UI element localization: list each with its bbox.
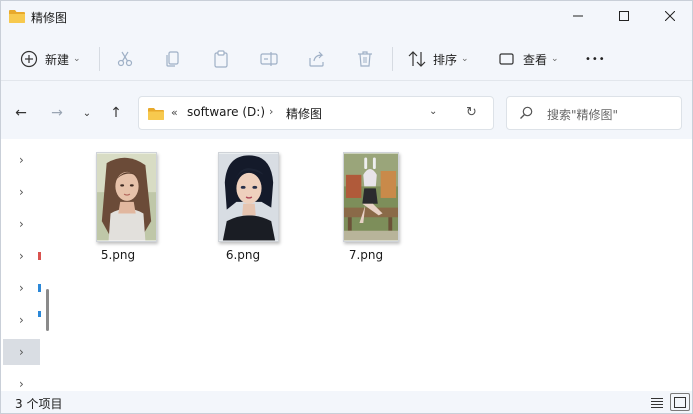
maximize-button[interactable]: [601, 1, 647, 31]
breadcrumb-drive[interactable]: software (D:): [187, 105, 265, 119]
chevron-right-icon: ›: [19, 185, 24, 199]
refresh-icon[interactable]: ↻: [466, 105, 477, 120]
nav-expand-item[interactable]: ›: [3, 307, 40, 333]
paste-button[interactable]: [211, 45, 231, 73]
chevron-right-icon: ›: [19, 217, 24, 231]
divider: [392, 47, 393, 71]
address-row: ← → ⌄ ↑ « software (D:) › 精修图 ⌄ ↻ 搜索"精修图…: [1, 89, 692, 137]
nav-expand-item[interactable]: ›: [3, 275, 40, 301]
more-icon: •••: [585, 53, 606, 65]
nav-item-icon: [38, 252, 41, 260]
address-bar[interactable]: « software (D:) › 精修图 ⌄ ↻: [138, 96, 494, 130]
image-thumbnail: [218, 152, 279, 242]
nav-scrollbar-thumb[interactable]: [46, 289, 49, 331]
sort-icon: [408, 51, 426, 67]
breadcrumb-folder[interactable]: 精修图: [286, 105, 322, 122]
status-bar: 3 个项目: [1, 391, 692, 413]
file-item[interactable]: 5.png: [63, 149, 173, 269]
file-item[interactable]: 6.png: [188, 149, 298, 269]
copy-icon: [166, 51, 179, 67]
image-thumbnail: [343, 152, 399, 242]
new-label: 新建: [45, 52, 70, 67]
navigation-pane: › › › › › › › ›: [1, 139, 57, 391]
maximize-icon: [619, 11, 629, 21]
arrow-left-icon: ←: [15, 105, 27, 121]
share-icon: [309, 51, 324, 67]
sort-label: 排序: [433, 52, 458, 67]
arrow-right-icon: →: [51, 105, 63, 121]
chevron-right-icon: ›: [19, 281, 24, 295]
address-overflow[interactable]: «: [171, 106, 178, 119]
close-icon: [665, 11, 675, 21]
trash-icon: [358, 51, 372, 67]
nav-expand-item[interactable]: ›: [3, 179, 40, 205]
copy-button[interactable]: [163, 45, 183, 73]
clipboard-icon: [214, 50, 228, 68]
nav-expand-item[interactable]: ›: [3, 211, 40, 237]
view-label: 查看: [523, 52, 548, 67]
chevron-down-icon[interactable]: ⌄: [429, 106, 437, 117]
chevron-right-icon: ›: [19, 313, 24, 327]
chevron-down-icon: ⌄: [461, 54, 469, 64]
folder-icon: [148, 108, 164, 120]
chevron-down-icon: ⌄: [82, 107, 92, 119]
file-name: 7.png: [348, 248, 384, 262]
cut-button[interactable]: [115, 45, 135, 73]
divider: [99, 47, 100, 71]
scissors-icon: [117, 51, 133, 67]
large-icons-view-button[interactable]: [670, 393, 690, 411]
rename-button[interactable]: [259, 45, 279, 73]
item-count: 3 个项目: [15, 397, 63, 411]
sort-button[interactable]: 排序 ⌄: [407, 45, 469, 73]
image-thumbnail: [96, 152, 157, 242]
nav-item-icon: [38, 311, 41, 317]
chevron-right-icon: ›: [19, 345, 24, 359]
recent-locations-button[interactable]: ⌄: [75, 101, 99, 125]
tiles-icon: [674, 396, 686, 408]
share-button[interactable]: [307, 45, 327, 73]
minimize-button[interactable]: [555, 1, 601, 31]
search-placeholder: 搜索"精修图": [547, 108, 619, 122]
chevron-right-icon[interactable]: ›: [269, 105, 273, 118]
command-bar: 新建 ⌄ 排序 ⌄ 查看 ⌄ •••: [1, 37, 692, 81]
minimize-icon: [573, 15, 583, 17]
folder-icon: [9, 10, 25, 23]
delete-button[interactable]: [355, 45, 375, 73]
nav-expand-item[interactable]: ›: [3, 147, 40, 173]
file-item[interactable]: 7.png: [311, 149, 421, 269]
nav-expand-item-selected[interactable]: ›: [3, 339, 40, 365]
file-name: 6.png: [225, 248, 261, 262]
file-name: 5.png: [100, 248, 136, 262]
new-button[interactable]: 新建 ⌄: [19, 45, 81, 73]
search-input[interactable]: 搜索"精修图": [506, 96, 682, 130]
file-explorer-window: 精修图 新建 ⌄ 排序 ⌄ 查看 ⌄ ••• ← → ⌄ ↑ « softwar…: [0, 0, 693, 414]
arrow-up-icon: ↑: [110, 105, 122, 121]
up-button[interactable]: ↑: [104, 101, 128, 125]
plus-circle-icon: [20, 50, 38, 68]
chevron-right-icon: ›: [19, 153, 24, 167]
chevron-down-icon: ⌄: [551, 54, 559, 64]
content-area: › › › › › › › › 5.png 6.png 7.png: [1, 139, 692, 391]
close-button[interactable]: [647, 1, 693, 31]
back-button[interactable]: ←: [9, 101, 33, 125]
chevron-down-icon: ⌄: [73, 54, 81, 64]
details-view-button[interactable]: [647, 393, 667, 411]
title-bar: 精修图: [1, 1, 692, 33]
search-icon: [520, 106, 533, 119]
chevron-right-icon: ›: [19, 377, 24, 391]
view-button[interactable]: 查看 ⌄: [497, 45, 559, 73]
nav-item-icon: [38, 284, 41, 292]
list-icon: [651, 397, 663, 408]
forward-button[interactable]: →: [45, 101, 69, 125]
file-grid: 5.png 6.png 7.png: [61, 139, 681, 391]
window-title: 精修图: [31, 11, 68, 25]
more-options-button[interactable]: •••: [585, 45, 606, 73]
rename-icon: [260, 52, 278, 66]
nav-expand-item[interactable]: ›: [3, 243, 40, 269]
chevron-right-icon: ›: [19, 249, 24, 263]
view-icon: [499, 53, 514, 65]
